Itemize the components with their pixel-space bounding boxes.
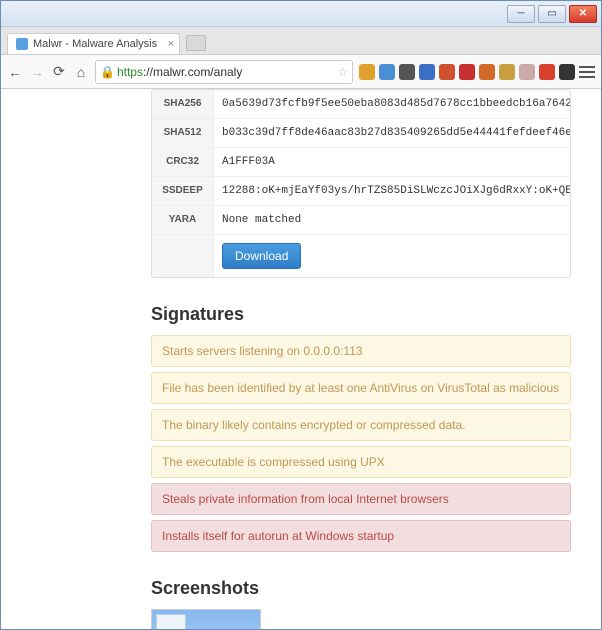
signature-item[interactable]: Steals private information from local In… xyxy=(151,483,571,515)
extension-icon[interactable] xyxy=(499,64,515,80)
hash-value: b033c39d7ff8de46aac83b27d835409265dd5e44… xyxy=(214,119,570,147)
extension-icon[interactable] xyxy=(359,64,375,80)
maximize-button[interactable]: ▭ xyxy=(538,5,566,23)
tab-close-icon[interactable]: × xyxy=(168,38,174,50)
lock-icon: 🔒 xyxy=(100,65,115,79)
table-row: CRC32 A1FFF03A xyxy=(152,147,570,176)
hash-label: CRC32 xyxy=(152,148,214,176)
signature-text: Installs itself for autorun at Windows s… xyxy=(162,529,394,543)
hash-table: SHA256 0a5639d73fcfb9f5ee50eba8083d485d7… xyxy=(151,89,571,278)
signature-text: File has been identified by at least one… xyxy=(162,381,559,395)
tab-active[interactable]: Malwr - Malware Analysis × xyxy=(7,33,180,54)
hash-value: None matched xyxy=(214,206,570,234)
browser-toolbar: ← → ⟳ ⌂ 🔒 https ://malwr.com/analy ☆ xyxy=(1,55,601,89)
page-viewport[interactable]: SHA256 0a5639d73fcfb9f5ee50eba8083d485d7… xyxy=(1,89,601,629)
hash-value: 0a5639d73fcfb9f5ee50eba8083d485d7678cc1b… xyxy=(214,90,570,118)
browser-window: ─ ▭ ✕ Malwr - Malware Analysis × ← → ⟳ ⌂… xyxy=(0,0,602,630)
download-button[interactable]: Download xyxy=(222,243,301,269)
signature-text: The binary likely contains encrypted or … xyxy=(162,418,466,432)
signature-item[interactable]: Installs itself for autorun at Windows s… xyxy=(151,520,571,552)
table-row: SSDEEP 12288:oK+mjEaYf03ys/hrTZS85DiSLWc… xyxy=(152,176,570,205)
tab-strip: Malwr - Malware Analysis × xyxy=(1,27,601,55)
download-row: Download xyxy=(152,234,570,277)
extension-icons xyxy=(359,64,595,80)
signature-item[interactable]: The executable is compressed using UPX xyxy=(151,446,571,478)
extension-icon[interactable] xyxy=(419,64,435,80)
signature-text: Steals private information from local In… xyxy=(162,492,449,506)
home-button[interactable]: ⌂ xyxy=(73,64,89,80)
hash-value: A1FFF03A xyxy=(214,148,570,176)
extension-icon[interactable] xyxy=(379,64,395,80)
bookmark-star-icon[interactable]: ☆ xyxy=(337,65,348,79)
url-text: ://malwr.com/analy xyxy=(143,65,242,79)
hash-label: SHA512 xyxy=(152,119,214,147)
hash-label: YARA xyxy=(152,206,214,234)
close-button[interactable]: ✕ xyxy=(569,5,597,23)
signature-item[interactable]: Starts servers listening on 0.0.0.0:113 xyxy=(151,335,571,367)
os-titlebar: ─ ▭ ✕ xyxy=(1,1,601,27)
signatures-heading: Signatures xyxy=(151,304,571,325)
hash-value: 12288:oK+mjEaYf03ys/hrTZS85DiSLWczcJOiXJ… xyxy=(214,177,570,205)
address-bar[interactable]: 🔒 https ://malwr.com/analy ☆ xyxy=(95,60,353,84)
tab-title: Malwr - Malware Analysis xyxy=(33,38,157,50)
screenshots-heading: Screenshots xyxy=(151,578,571,599)
extension-icon[interactable] xyxy=(519,64,535,80)
signature-item[interactable]: The binary likely contains encrypted or … xyxy=(151,409,571,441)
hash-label-empty xyxy=(152,235,214,277)
extension-icon[interactable] xyxy=(559,64,575,80)
extension-icon[interactable] xyxy=(439,64,455,80)
extension-icon[interactable] xyxy=(459,64,475,80)
signature-item[interactable]: File has been identified by at least one… xyxy=(151,372,571,404)
screenshot-thumbnail[interactable] xyxy=(151,609,261,629)
hash-label: SHA256 xyxy=(152,90,214,118)
table-row: YARA None matched xyxy=(152,205,570,234)
favicon-icon xyxy=(16,38,28,50)
extension-icon[interactable] xyxy=(479,64,495,80)
chrome-menu-icon[interactable] xyxy=(579,66,595,78)
url-scheme: https xyxy=(117,65,143,79)
reload-button[interactable]: ⟳ xyxy=(51,64,67,80)
table-row: SHA512 b033c39d7ff8de46aac83b27d83540926… xyxy=(152,118,570,147)
forward-button[interactable]: → xyxy=(29,64,45,80)
new-tab-button[interactable] xyxy=(186,35,206,51)
adblock-icon[interactable] xyxy=(539,64,555,80)
back-button[interactable]: ← xyxy=(7,64,23,80)
hash-label: SSDEEP xyxy=(152,177,214,205)
minimize-button[interactable]: ─ xyxy=(507,5,535,23)
thumbnail-startmenu xyxy=(156,614,186,629)
signature-text: Starts servers listening on 0.0.0.0:113 xyxy=(162,344,363,358)
extension-icon[interactable] xyxy=(399,64,415,80)
table-row: SHA256 0a5639d73fcfb9f5ee50eba8083d485d7… xyxy=(152,90,570,118)
signature-text: The executable is compressed using UPX xyxy=(162,455,385,469)
signatures-list: Starts servers listening on 0.0.0.0:113 … xyxy=(151,335,571,552)
